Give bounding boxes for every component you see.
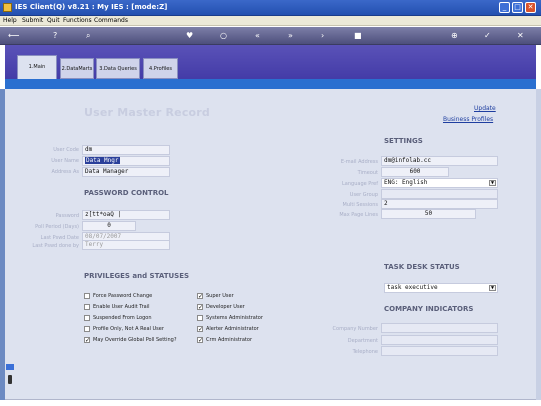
cancel-icon[interactable]: ✕ (517, 31, 524, 40)
info-icon[interactable] (8, 375, 12, 384)
password-label: Password (55, 213, 79, 219)
password-control-title: PASSWORD CONTROL (84, 189, 169, 197)
tab-data-queries[interactable]: 3.Data Queries (96, 58, 140, 79)
company-indicators-title: COMPANY INDICATORS (384, 305, 474, 313)
max-page-lines-label: Max Page Lines (339, 212, 378, 218)
multi-sessions-label: Multi Sessions (342, 202, 379, 208)
language-value: ENG: English (384, 179, 428, 186)
email-label: E-mail Address (340, 159, 378, 165)
settings-title: SETTINGS (384, 137, 423, 145)
telephone-label: Telephone (352, 349, 378, 355)
language-select[interactable]: ENG: English ▼ (381, 178, 498, 188)
company-number-field[interactable] (381, 323, 498, 333)
user-code-label: User Code (53, 147, 79, 153)
update-link[interactable]: Update (474, 105, 496, 112)
flag-icon[interactable] (6, 364, 14, 370)
confirm-icon[interactable]: ✓ (484, 31, 491, 40)
user-name-label: User Name (51, 158, 79, 164)
poll-period-label: Poll Period (Days) (35, 224, 79, 230)
systems-administrator-label: Systems Administrator (206, 315, 263, 321)
menu-functions[interactable]: Functions (63, 17, 92, 24)
alerter-administrator-checkbox[interactable]: ✓ (197, 326, 203, 333)
user-group-label: User Group (349, 192, 378, 198)
user-code-field[interactable]: dm (82, 145, 170, 155)
privileges-title: PRIVILEGES and STATUSES (84, 272, 190, 280)
menu-commands[interactable]: Commands (94, 17, 128, 24)
menu-help[interactable]: Help (3, 17, 17, 24)
task-desk-select[interactable]: task executive ▼ (384, 283, 498, 293)
menu-submit[interactable]: Submit (22, 17, 43, 24)
alerter-administrator-label: Alerter Administrator (206, 326, 259, 332)
task-desk-title: TASK DESK STATUS (384, 263, 460, 271)
developer-user-label: Developer User (206, 304, 245, 310)
chevron-down-icon[interactable]: ▼ (489, 180, 496, 186)
timeout-field[interactable]: 600 (381, 167, 449, 177)
telephone-field[interactable] (381, 346, 498, 356)
multi-sessions-field[interactable]: 2 (381, 199, 498, 209)
crm-administrator-checkbox[interactable]: ✓ (197, 337, 203, 344)
address-as-field[interactable]: Data Manager (82, 167, 170, 177)
crm-administrator-label: Crm Administrator (206, 337, 253, 343)
menu-quit[interactable]: Quit (47, 17, 60, 24)
enable-audit-trail-label: Enable User Audit Trail (93, 304, 150, 310)
profile-only-label: Profile Only, Not A Real User (93, 326, 164, 332)
company-number-label: Company Number (332, 326, 378, 332)
tab-profiles[interactable]: 4.Profiles (143, 58, 178, 79)
search-icon[interactable]: ⌕ (86, 31, 90, 40)
maximize-button[interactable]: □ (512, 2, 523, 13)
user-name-value: Data Mngr (85, 157, 120, 164)
language-label: Language Pref (342, 181, 378, 187)
user-group-field[interactable] (381, 189, 498, 199)
systems-administrator-checkbox[interactable] (197, 315, 203, 321)
stop-icon[interactable]: ■ (354, 31, 362, 40)
app-icon (3, 3, 12, 12)
back-arrow-icon[interactable]: ⟵ (8, 31, 19, 40)
password-field[interactable]: z[tt*oaQ | (82, 210, 170, 220)
forward-icon[interactable]: » (288, 31, 293, 40)
last-pswd-date-label: Last Pswd Date (40, 235, 79, 241)
department-label: Department (347, 338, 378, 344)
address-as-label: Address As (51, 169, 79, 175)
user-name-field[interactable]: Data Mngr (82, 156, 170, 166)
business-profiles-link[interactable]: Business Profiles (443, 116, 493, 123)
close-button[interactable]: ✕ (525, 2, 536, 13)
developer-user-checkbox[interactable]: ✓ (197, 304, 203, 311)
title-bar: IES Client(Q) v8.21 : My IES : [mode:Z] … (0, 0, 541, 16)
window-title: IES Client(Q) v8.21 : My IES : [mode:Z] (15, 3, 168, 11)
next-icon[interactable]: › (321, 31, 324, 40)
super-user-checkbox[interactable]: ✓ (197, 293, 203, 300)
chevron-down-icon[interactable]: ▼ (489, 285, 496, 291)
minimize-button[interactable]: _ (499, 2, 510, 13)
profile-only-checkbox[interactable] (84, 326, 90, 332)
tab-main[interactable]: 1.Main (17, 55, 57, 82)
timeout-label: Timeout (357, 170, 378, 176)
super-user-label: Super User (206, 293, 234, 299)
help-icon[interactable]: ? (53, 31, 57, 40)
right-scrollbar[interactable] (536, 89, 541, 400)
add-icon[interactable]: ⊕ (451, 31, 458, 40)
suspended-from-logon-label: Suspended From Logon (93, 315, 152, 321)
suspended-from-logon-checkbox[interactable] (84, 315, 90, 321)
last-pswd-done-by-field: Terry (82, 240, 170, 250)
tab-datamarts[interactable]: 2.DataMarts (60, 58, 94, 79)
toolbar: ⟵ ? ⌕ ♥ ○ « » › ■ ⊕ ✓ ✕ (0, 27, 541, 45)
page-title: User Master Record (84, 106, 210, 119)
tab-strip (5, 79, 536, 89)
override-poll-setting-label: May Override Global Poll Setting? (93, 337, 177, 343)
force-password-change-label: Force Password Change (93, 293, 153, 299)
force-password-change-checkbox[interactable] (84, 293, 90, 299)
rewind-icon[interactable]: « (255, 31, 260, 40)
hint-icon[interactable]: ○ (220, 31, 227, 40)
poll-period-field[interactable]: 0 (82, 221, 136, 231)
max-page-lines-field[interactable]: 50 (381, 209, 476, 219)
menu-bar: Help Submit Quit Functions Commands (0, 16, 541, 26)
email-field[interactable]: dm@infolab.cc (381, 156, 498, 166)
task-desk-value: task executive (387, 284, 438, 291)
heart-icon[interactable]: ♥ (186, 31, 193, 40)
department-field[interactable] (381, 335, 498, 345)
enable-audit-trail-checkbox[interactable] (84, 304, 90, 310)
override-poll-setting-checkbox[interactable]: ✓ (84, 337, 90, 344)
last-pswd-done-by-label: Last Pswd done by (32, 243, 79, 249)
